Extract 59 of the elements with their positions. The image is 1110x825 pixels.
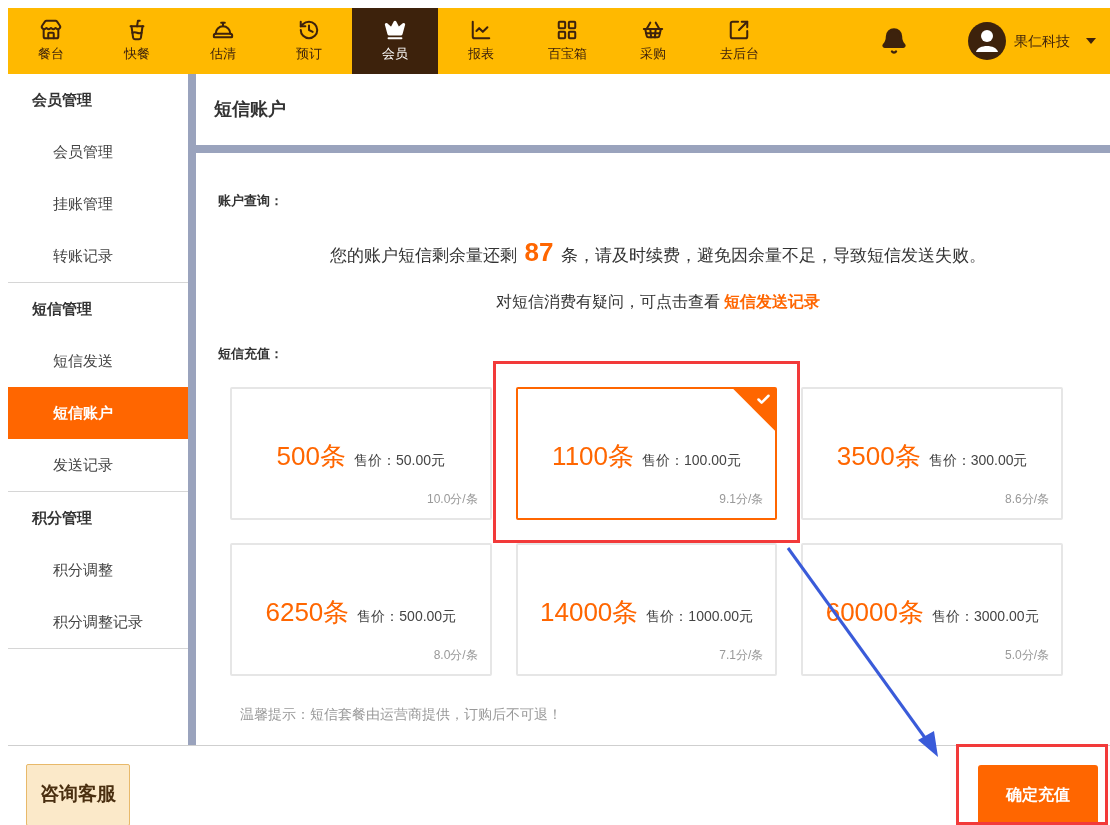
nav-tab[interactable]: 报表	[438, 8, 524, 74]
nav-tab[interactable]: 估清	[180, 8, 266, 74]
nav-tab[interactable]: 快餐	[94, 8, 180, 74]
package-amount: 3500条	[836, 440, 921, 473]
check-icon	[756, 392, 772, 407]
sidebar-item[interactable]: 积分调整	[8, 544, 188, 596]
caret-icon	[1086, 38, 1096, 44]
line-chart-icon	[470, 18, 492, 41]
package-price: 售价：3000.00元	[932, 607, 1039, 626]
section-label: 账户查询：	[218, 192, 283, 210]
package-amount: 14000条	[540, 596, 639, 629]
nav-tab[interactable]: 预订	[266, 8, 352, 74]
page-title: 短信账户	[213, 98, 287, 121]
crown-icon	[384, 18, 406, 41]
package-price: 售价：50.00元	[354, 451, 446, 470]
package-card[interactable]: 3500条 售价：300.00元 8.6分/条	[801, 387, 1063, 520]
package-amount: 6250条	[265, 596, 350, 629]
package-card[interactable]: 500条 售价：50.00元 10.0分/条	[230, 387, 492, 520]
sidebar-item[interactable]: 积分调整记录	[8, 596, 188, 648]
unit-price: 10.0分/条	[426, 491, 478, 508]
store-icon	[40, 18, 62, 41]
sidebar-item[interactable]: 转账记录	[8, 230, 188, 282]
package-price: 售价：100.00元	[642, 451, 741, 470]
customer-service-button[interactable]: 咨询客服	[26, 763, 130, 825]
sidebar-group-title: 积分管理	[30, 507, 93, 528]
package-price: 售价：500.00元	[357, 607, 457, 626]
balance-message: 您的账户短信剩余量还剩 87 条，请及时续费，避免因余量不足，导致短信发送失败。	[329, 235, 988, 269]
sidebar-item[interactable]: 发送记录	[8, 439, 188, 491]
package-amount: 500条	[276, 440, 346, 473]
package-price: 售价：300.00元	[928, 451, 1028, 470]
unit-price: 9.1分/条	[719, 491, 764, 508]
section-label: 短信充值：	[218, 344, 283, 363]
nav-tab[interactable]: 餐台	[8, 8, 94, 74]
unit-price: 7.1分/条	[719, 647, 764, 664]
unit-price: 5.0分/条	[1004, 647, 1049, 664]
history-clock-icon	[298, 18, 320, 41]
notice-text: 温馨提示：短信套餐由运营商提供，订购后不可退！	[240, 705, 562, 724]
sidebar-group-title: 短信管理	[31, 298, 93, 319]
grid-icon	[556, 18, 578, 41]
notification-bell-icon[interactable]	[880, 27, 908, 55]
package-amount: 1100条	[552, 440, 635, 473]
external-link-icon	[728, 18, 750, 41]
avatar-icon	[968, 22, 1006, 60]
query-message: 对短信消费有疑问，可点击查看 短信发送记录	[496, 291, 821, 312]
nav-tab[interactable]: 采购	[610, 8, 696, 74]
user-menu[interactable]: 果仁科技	[968, 22, 1096, 60]
sidebar-item[interactable]: 会员管理	[8, 126, 188, 178]
unit-price: 8.0分/条	[433, 647, 478, 664]
nav-tab[interactable]: 会员	[352, 8, 438, 74]
unit-price: 8.6分/条	[1004, 491, 1049, 508]
sidebar-group-title: 会员管理	[31, 89, 93, 110]
sidebar-item[interactable]: 挂账管理	[8, 178, 188, 230]
package-card[interactable]: 14000条 售价：1000.00元 7.1分/条	[515, 543, 778, 676]
package-card[interactable]: 1100条 售价：100.00元 9.1分/条	[515, 387, 778, 520]
nav-tab[interactable]: 去后台	[696, 8, 782, 74]
package-price: 售价：1000.00元	[646, 607, 753, 626]
nav-tab[interactable]: 百宝箱	[524, 8, 610, 74]
sidebar-item[interactable]: 短信发送	[8, 335, 188, 387]
package-card[interactable]: 6250条 售价：500.00元 8.0分/条	[230, 543, 492, 676]
